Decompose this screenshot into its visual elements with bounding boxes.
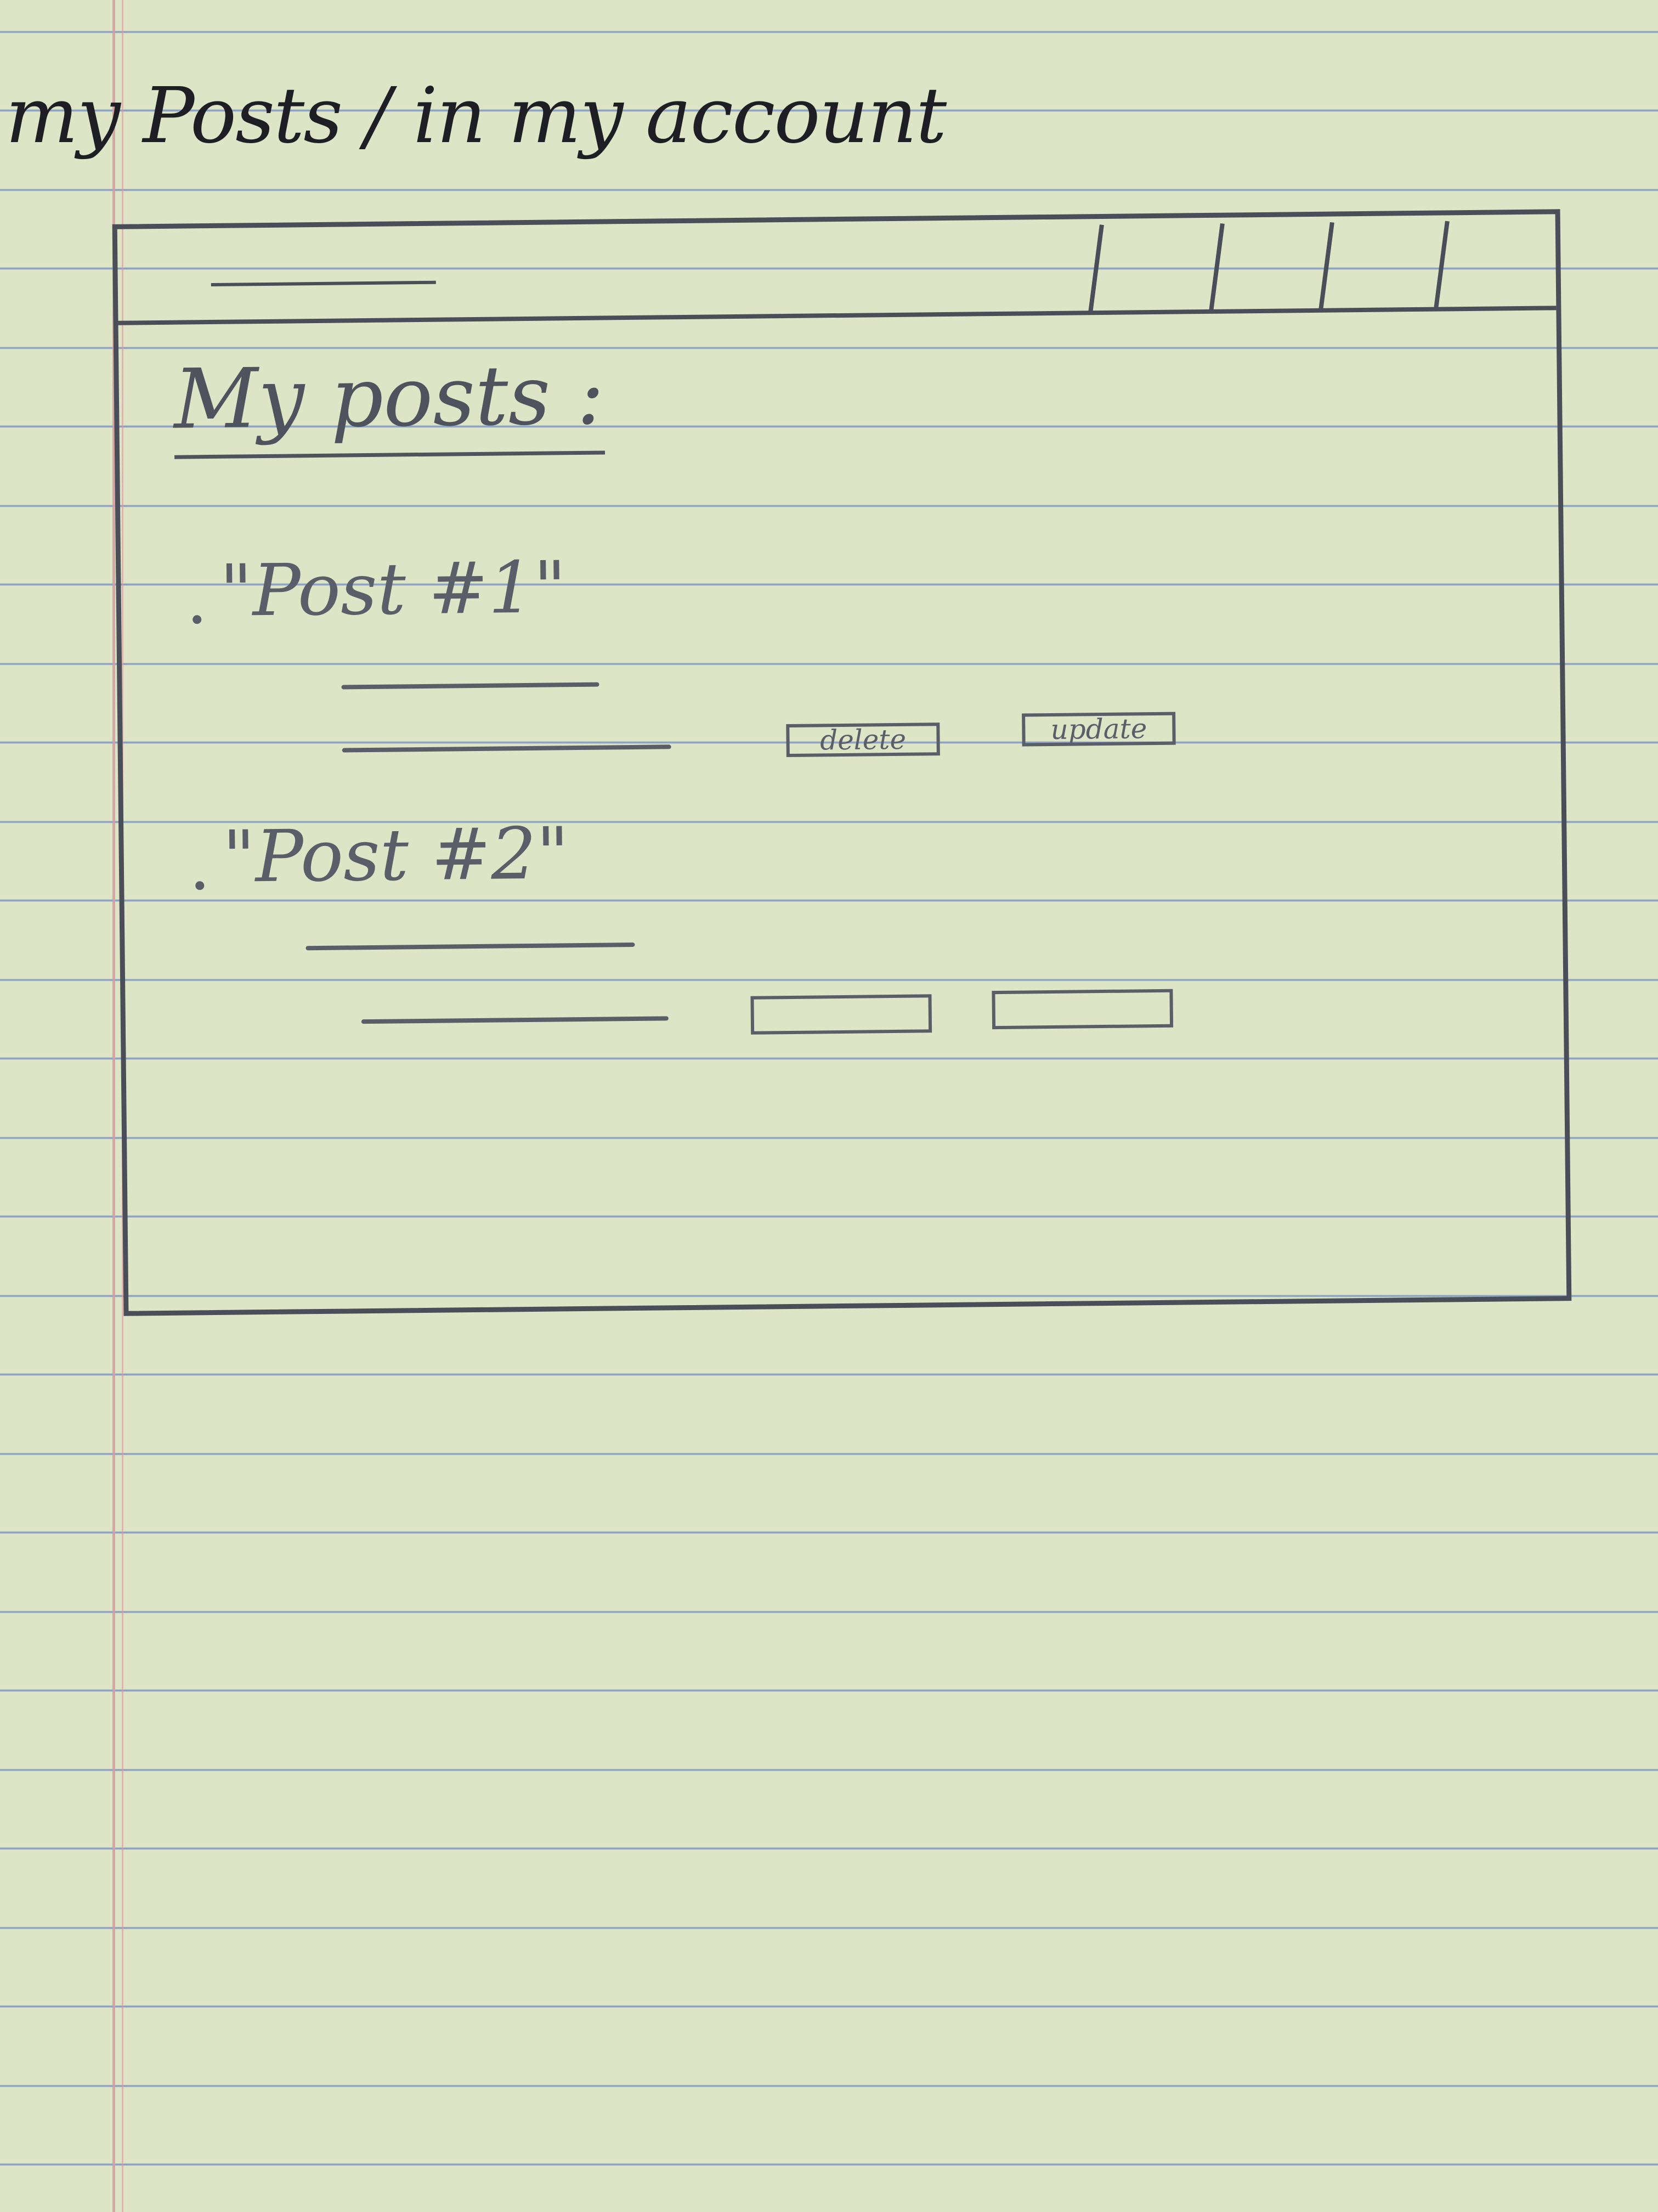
post-text-line xyxy=(361,1016,669,1024)
page-title: My posts : xyxy=(173,347,605,459)
nav-item-1[interactable] xyxy=(1088,224,1104,312)
delete-button[interactable]: delete xyxy=(786,723,940,758)
post-text-line xyxy=(342,744,671,753)
delete-button[interactable] xyxy=(750,994,932,1035)
nav-bar xyxy=(117,214,1557,325)
post-item: "Post #1" delete update xyxy=(192,538,1289,758)
nav-item-2[interactable] xyxy=(1209,223,1225,311)
post-text-line xyxy=(341,682,599,690)
update-button[interactable]: update xyxy=(1022,712,1176,747)
post-title[interactable]: "Post #2" xyxy=(222,811,570,899)
post-item: "Post #2" xyxy=(195,804,1292,1035)
logo-placeholder xyxy=(211,280,436,286)
page-caption: my Posts / in my account xyxy=(5,71,947,161)
wireframe-window: My posts : "Post #1" delete update "Post… xyxy=(112,209,1572,1316)
bullet-icon xyxy=(193,615,202,624)
update-button[interactable] xyxy=(992,989,1174,1030)
post-text-line xyxy=(305,942,635,951)
nav-item-3[interactable] xyxy=(1319,222,1334,310)
nav-item-4[interactable] xyxy=(1434,221,1450,309)
bullet-icon xyxy=(195,881,205,890)
post-title[interactable]: "Post #1" xyxy=(219,545,567,633)
